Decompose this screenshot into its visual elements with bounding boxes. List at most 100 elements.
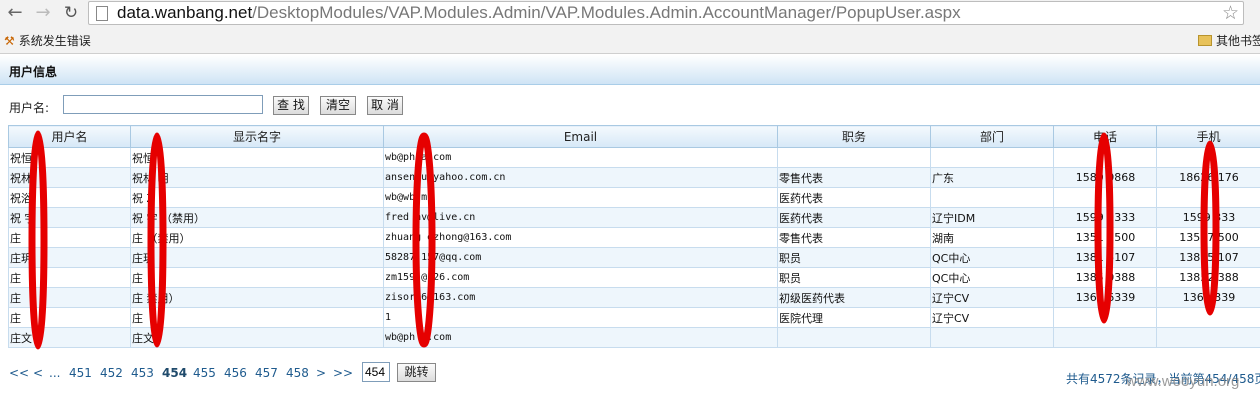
username-cell: 祝恒 — [8, 147, 131, 168]
email-cell: fred hv@live.cn — [383, 207, 778, 228]
position-cell: 初级医药代表 — [777, 287, 931, 308]
phone-cell: 1385 0388 — [1053, 267, 1157, 288]
table-row[interactable]: 祝林 祝林 明 ansen u@yahoo.com.cn 零售代表 广东 1580 086… — [8, 167, 1260, 188]
pager-next[interactable]: > — [316, 366, 326, 380]
position-cell — [777, 147, 931, 168]
email-cell: 1 — [383, 307, 778, 328]
table-row[interactable]: 庄玥 庄玥 58287 157@qq.com 职员 QC中心 1381 5107 1381… — [8, 247, 1260, 268]
phone-cell — [1053, 327, 1157, 348]
pager-page[interactable]: 452 — [100, 366, 123, 380]
mobile-cell: 13517 500 — [1156, 227, 1260, 248]
cancel-button[interactable]: 取 消 — [367, 96, 403, 115]
table-row[interactable]: 庄 庄 （禁用） zhuang dzhong@163.com 零售代表 湖南 1351 … — [8, 227, 1260, 248]
phone-cell: 1599 9333 — [1053, 207, 1157, 228]
username-cell: 庄 — [8, 287, 131, 308]
username-search-input[interactable] — [63, 95, 263, 114]
phone-cell — [1053, 307, 1157, 328]
page-title: 用户信息 — [9, 65, 58, 79]
column-header-username[interactable]: 用户名 — [8, 125, 131, 148]
email-cell: wb@ph a.com — [383, 147, 778, 168]
display-name-cell: 庄玥 — [130, 247, 384, 268]
position-cell: 零售代表 — [777, 227, 931, 248]
department-cell: QC中心 — [930, 267, 1054, 288]
goto-page-input[interactable] — [362, 362, 390, 382]
email-cell: zisor 6@163.com — [383, 287, 778, 308]
department-cell — [930, 187, 1054, 208]
table-row[interactable]: 庄 庄 zm159 @ 26.com 职员 QC中心 1385 0388 13852 3… — [8, 267, 1260, 288]
username-cell: 庄 — [8, 307, 131, 328]
department-cell — [930, 327, 1054, 348]
mobile-cell: 13815 107 — [1156, 247, 1260, 268]
mobile-cell — [1156, 147, 1260, 168]
display-name-cell: 庄 （禁用） — [130, 227, 384, 248]
table-header-row: 用户名 显示名字 Email 职务 部门 电话 手机 — [8, 125, 1260, 148]
mobile-cell: 1360 339 — [1156, 287, 1260, 308]
pager-page[interactable]: 455 — [193, 366, 216, 380]
position-cell: 零售代表 — [777, 167, 931, 188]
username-cell: 祝 宇 — [8, 207, 131, 228]
username-cell: 庄 — [8, 227, 131, 248]
error-icon: ⚒ — [4, 34, 15, 48]
table-row[interactable]: 祝浴祝 Zwb@wb m 医药代表 — [8, 187, 1260, 208]
reload-icon[interactable]: ↻ — [60, 2, 82, 24]
url-host: data.wanbang.net — [117, 3, 253, 22]
display-name-cell: 庄 禁用） — [130, 287, 384, 308]
phone-cell: 1580 0868 — [1053, 167, 1157, 188]
panel-header: 用户信息 — [0, 55, 1260, 85]
display-name-cell: 庄 — [130, 267, 384, 288]
bookmark-bar: ⚒ 系统发生错误 其他书签 — [0, 27, 1260, 53]
phone-cell: 1381 5107 — [1053, 247, 1157, 268]
pager-ellipsis[interactable]: ... — [49, 366, 60, 380]
url-text: data.wanbang.net/DesktopModules/VAP.Modu… — [117, 3, 961, 23]
column-header-mobile[interactable]: 手机 — [1156, 125, 1260, 148]
table-row[interactable]: 庄文 庄文 wb@ph a.com — [8, 327, 1260, 348]
display-name-cell: 庄 — [130, 307, 384, 328]
username-cell: 庄玥 — [8, 247, 131, 268]
address-bar[interactable]: data.wanbang.net/DesktopModules/VAP.Modu… — [88, 1, 1244, 25]
username-cell: 祝林 — [8, 167, 131, 188]
column-header-display-name[interactable]: 显示名字 — [130, 125, 384, 148]
column-header-email[interactable]: Email — [383, 125, 778, 148]
other-bookmarks[interactable]: 其他书签 — [1198, 32, 1260, 49]
mobile-cell — [1156, 307, 1260, 328]
search-button[interactable]: 查 找 — [273, 96, 309, 115]
search-row: 用户名: 查 找 清空 取 消 — [0, 94, 1260, 118]
department-cell: 辽宁CV — [930, 307, 1054, 328]
pager-page[interactable]: 458 — [286, 366, 309, 380]
username-cell: 祝浴 — [8, 187, 131, 208]
department-cell — [930, 147, 1054, 168]
table-row[interactable]: 庄 庄 禁用） zisor 6@163.com 初级医药代表 辽宁CV 1360 633… — [8, 287, 1260, 308]
table-row[interactable]: 庄 庄 1 医院代理 辽宁CV — [8, 307, 1260, 328]
email-cell: zhuang dzhong@163.com — [383, 227, 778, 248]
pager-page[interactable]: 453 — [131, 366, 154, 380]
display-name-cell: 祝恒 — [130, 147, 384, 168]
watermark-text: www.wooyun.org — [1126, 373, 1240, 390]
browser-chrome: ← → ↻ data.wanbang.net/DesktopModules/VA… — [0, 0, 1260, 54]
pager-page[interactable]: 451 — [69, 366, 92, 380]
pager-first[interactable]: << — [9, 366, 29, 380]
pager-last[interactable]: >> — [333, 366, 353, 380]
display-name-cell: 庄文 — [130, 327, 384, 348]
column-header-position[interactable]: 职务 — [777, 125, 931, 148]
column-header-department[interactable]: 部门 — [930, 125, 1054, 148]
pager-page[interactable]: 456 — [224, 366, 247, 380]
forward-arrow-icon[interactable]: → — [32, 2, 54, 24]
table-row[interactable]: 祝恒 祝恒 wb@ph a.com — [8, 147, 1260, 168]
bookmark-star-icon[interactable]: ☆ — [1222, 2, 1239, 24]
position-cell: 医药代表 — [777, 207, 931, 228]
department-cell: QC中心 — [930, 247, 1054, 268]
back-arrow-icon[interactable]: ← — [4, 2, 26, 24]
phone-cell: 1351 7500 — [1053, 227, 1157, 248]
table-row[interactable]: 祝 宇祝 宇 （禁用） fred hv@live.cn 医药代表 辽宁IDM 1599 … — [8, 207, 1260, 228]
email-cell: 58287 157@qq.com — [383, 247, 778, 268]
department-cell: 辽宁CV — [930, 287, 1054, 308]
pager-page[interactable]: 457 — [255, 366, 278, 380]
clear-button[interactable]: 清空 — [320, 96, 356, 115]
pager-prev[interactable]: < — [33, 366, 43, 380]
column-header-phone[interactable]: 电话 — [1053, 125, 1157, 148]
phone-cell — [1053, 147, 1157, 168]
phone-cell: 1360 6339 — [1053, 287, 1157, 308]
goto-button[interactable]: 跳转 — [397, 363, 436, 382]
pager: << < ... 451 452 453 454 455 456 457 458… — [0, 360, 1260, 388]
bookmark-item[interactable]: ⚒ 系统发生错误 — [4, 32, 91, 49]
